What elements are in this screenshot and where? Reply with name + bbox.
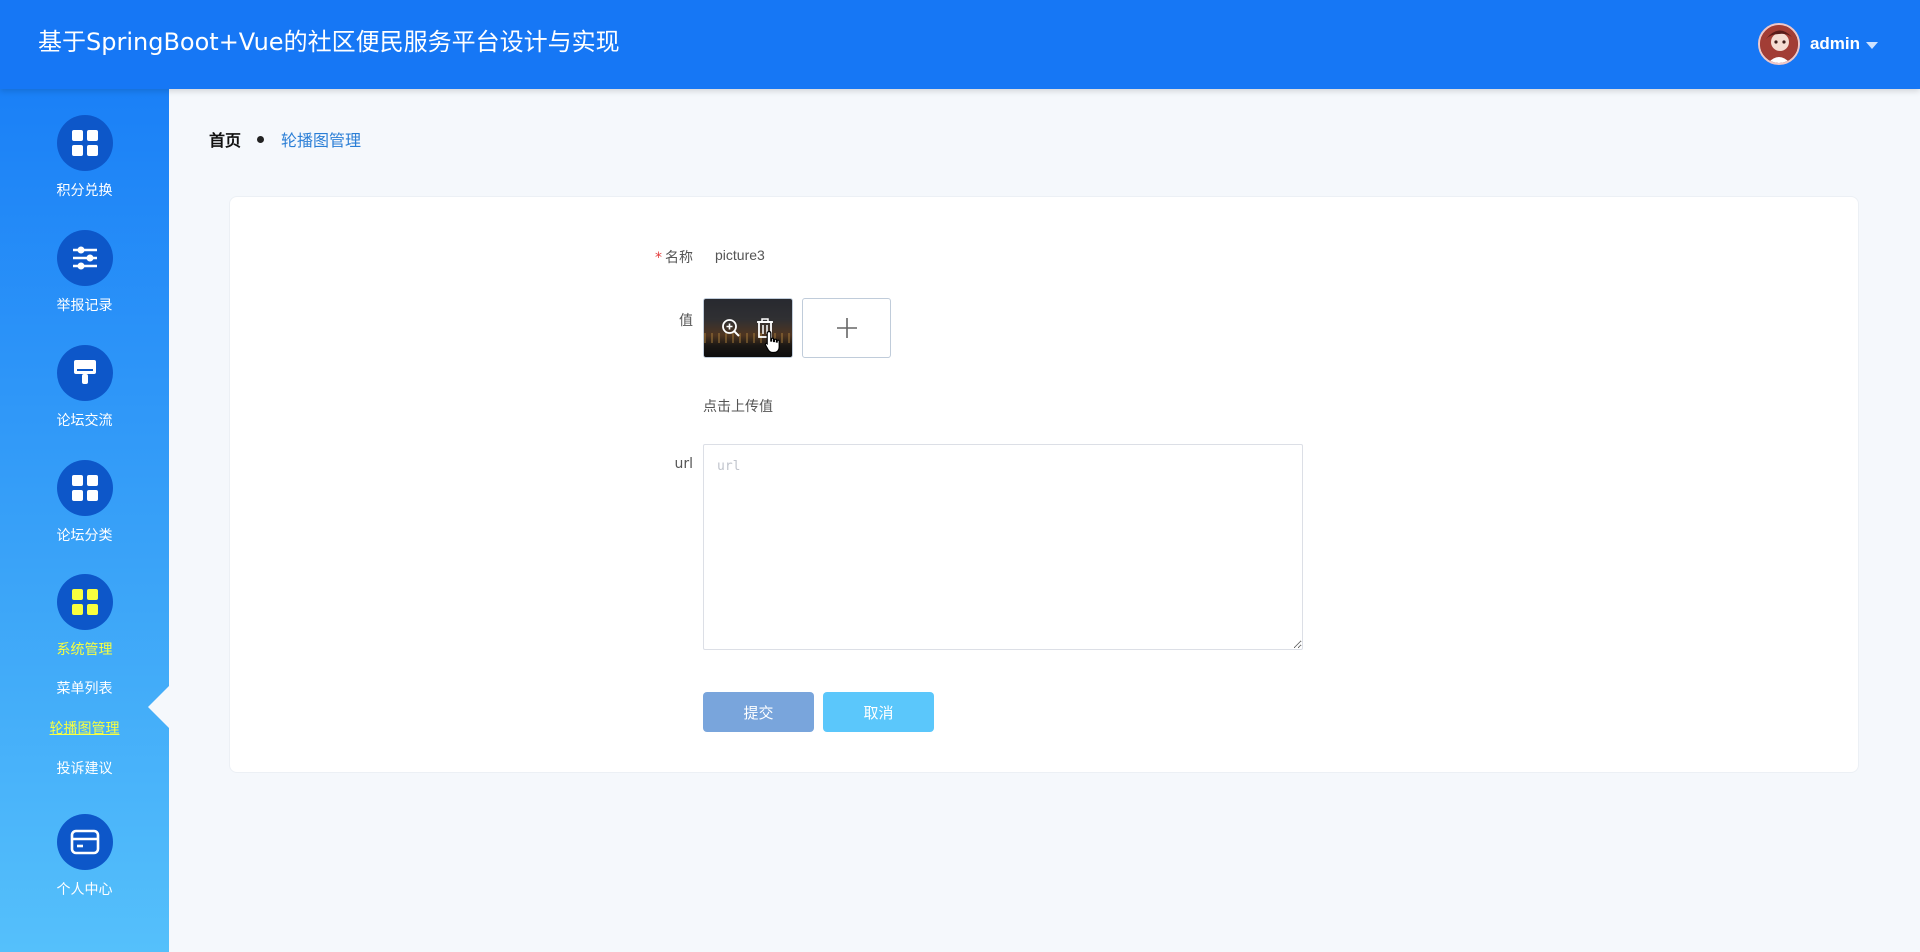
submenu-item-menu-list[interactable]: 菜单列表 bbox=[0, 678, 169, 698]
sliders-icon bbox=[56, 230, 113, 286]
submenu-item-complaints[interactable]: 投诉建议 bbox=[0, 758, 169, 778]
sidebar-item-label: 积分兑换 bbox=[56, 183, 113, 199]
sidebar-item-label: 举报记录 bbox=[56, 298, 113, 314]
breadcrumb-separator bbox=[257, 135, 265, 143]
submenu-item-carousel-management[interactable]: 轮播图管理 bbox=[0, 718, 169, 738]
app-title: 基于SpringBoot+Vue的社区便民服务平台设计与实现 bbox=[38, 28, 620, 56]
top-header: 基于SpringBoot+Vue的社区便民服务平台设计与实现 admin bbox=[0, 0, 1920, 89]
avatar[interactable] bbox=[1757, 23, 1800, 65]
breadcrumb: 首页 轮播图管理 bbox=[209, 127, 361, 151]
sidebar: 积分兑换 举报记录 论坛交流 论坛分类 系统管理 菜单列表 轮播图管理 投诉建议… bbox=[0, 89, 170, 952]
url-label: url bbox=[674, 456, 693, 472]
required-mark: * bbox=[655, 250, 662, 266]
grid-icon bbox=[56, 115, 113, 171]
cancel-button[interactable]: 取消 bbox=[823, 692, 934, 732]
brush-icon bbox=[56, 345, 113, 401]
sidebar-item-label: 论坛分类 bbox=[56, 528, 113, 544]
sidebar-item-label: 论坛交流 bbox=[56, 413, 113, 429]
plus-icon bbox=[836, 318, 857, 338]
sidebar-item-personal-center[interactable]: 个人中心 bbox=[0, 814, 169, 899]
zoom-in-icon[interactable] bbox=[720, 317, 742, 339]
chevron-down-icon[interactable] bbox=[1866, 41, 1878, 49]
url-textarea[interactable] bbox=[703, 444, 1303, 650]
sidebar-item-label: 个人中心 bbox=[56, 882, 113, 898]
user-menu[interactable]: admin bbox=[1757, 23, 1878, 65]
breadcrumb-current: 轮播图管理 bbox=[281, 131, 362, 150]
sidebar-item-forum-category[interactable]: 论坛分类 bbox=[0, 460, 169, 545]
grid-icon bbox=[56, 460, 113, 516]
sidebar-item-points-exchange[interactable]: 积分兑换 bbox=[0, 115, 169, 200]
value-label: 值 bbox=[679, 313, 693, 329]
username-label[interactable]: admin bbox=[1810, 34, 1860, 54]
breadcrumb-home[interactable]: 首页 bbox=[209, 127, 241, 151]
card-icon bbox=[56, 814, 113, 870]
grid-icon bbox=[56, 574, 113, 630]
sidebar-item-system-management[interactable]: 系统管理 bbox=[0, 574, 169, 659]
sidebar-item-report-records[interactable]: 举报记录 bbox=[0, 230, 169, 315]
hand-cursor-icon bbox=[764, 330, 780, 354]
sidebar-item-forum[interactable]: 论坛交流 bbox=[0, 345, 169, 430]
upload-add-button[interactable] bbox=[802, 298, 891, 358]
sidebar-item-label: 系统管理 bbox=[56, 642, 113, 658]
upload-hint: 点击上传值 bbox=[703, 399, 773, 415]
name-value: picture3 bbox=[715, 247, 765, 263]
name-label: * 名称 bbox=[655, 250, 693, 266]
active-indicator bbox=[148, 685, 170, 729]
submit-button[interactable]: 提交 bbox=[703, 692, 814, 732]
